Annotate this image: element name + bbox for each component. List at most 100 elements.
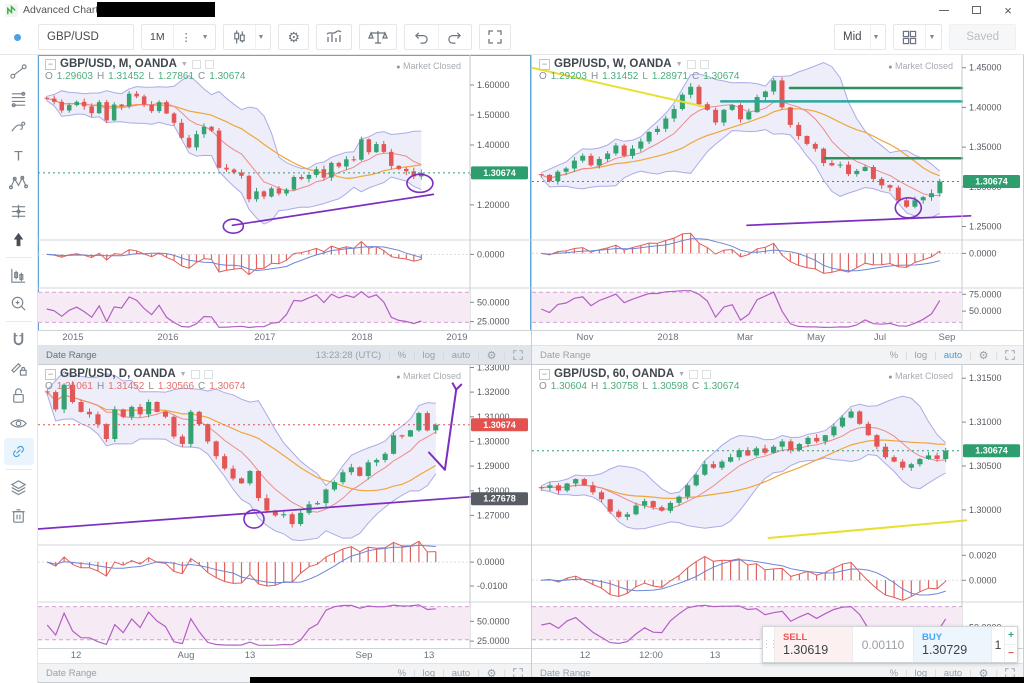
buy-button[interactable]: BUY 1.30729 bbox=[913, 627, 991, 662]
indicators-icon[interactable] bbox=[317, 25, 351, 49]
chart-canvas-monthly[interactable]: 1.600001.500001.400001.300001.200000.000… bbox=[38, 55, 532, 330]
order-ticket[interactable]: ⋮⋮ SELL 1.30619 0.00110 BUY 1.30729 1 + … bbox=[762, 626, 1018, 663]
quantity-decrease-button[interactable]: − bbox=[1005, 645, 1017, 662]
forecast-tool[interactable] bbox=[4, 198, 34, 225]
svg-text:1.50000: 1.50000 bbox=[477, 110, 510, 120]
legend-eye-icon[interactable] bbox=[192, 60, 201, 69]
panel-header: −GBP/USD, W, OANDA▼O1.29203H1.31452L1.28… bbox=[539, 58, 739, 82]
panel-header: −GBP/USD, M, OANDA▼O1.29603H1.31452L1.27… bbox=[45, 58, 245, 82]
date-range-label[interactable]: Date Range bbox=[46, 668, 97, 679]
legend-eye-icon[interactable] bbox=[191, 370, 200, 379]
drag-handle-icon[interactable]: ⋮⋮ bbox=[763, 627, 774, 662]
time-axis[interactable]: 20152016201720182019 bbox=[38, 330, 531, 345]
close-button[interactable]: × bbox=[992, 0, 1024, 20]
zoom-in-tool[interactable] bbox=[4, 290, 34, 317]
redo-icon[interactable] bbox=[438, 25, 471, 49]
price-mode-caret-icon[interactable]: ▼ bbox=[870, 25, 886, 49]
brush-tool[interactable] bbox=[4, 114, 34, 141]
chart-canvas-daily[interactable]: 1.330001.320001.310001.300001.290001.280… bbox=[38, 365, 532, 648]
kebab-menu-icon[interactable]: ⋮ bbox=[173, 25, 200, 49]
quantity-value[interactable]: 1 bbox=[992, 627, 1004, 662]
interval-caret-icon[interactable]: ▼ bbox=[200, 25, 215, 49]
pane-maximize-icon[interactable] bbox=[513, 350, 523, 362]
percent-scale-toggle[interactable]: % bbox=[890, 350, 898, 361]
percent-scale-toggle[interactable]: % bbox=[398, 350, 406, 361]
fib-retracement-tool[interactable] bbox=[4, 86, 34, 113]
xabcd-pattern-tool[interactable] bbox=[4, 170, 34, 197]
market-status: ● Market Closed bbox=[396, 61, 461, 71]
price-mode-label[interactable]: Mid bbox=[835, 25, 870, 49]
time-tick-label: Nov bbox=[577, 332, 594, 343]
panel-title-caret-icon[interactable]: ▼ bbox=[676, 61, 683, 68]
fullscreen-icon[interactable] bbox=[480, 25, 510, 49]
candlestick-pattern-tool[interactable] bbox=[4, 262, 34, 289]
market-status: ● Market Closed bbox=[888, 371, 953, 381]
legend-eye-icon[interactable] bbox=[687, 60, 696, 69]
pane-settings-gear-icon[interactable]: ⚙ bbox=[979, 349, 989, 362]
panel-title: GBP/USD, W, OANDA bbox=[554, 58, 672, 70]
collapse-legend-icon[interactable]: − bbox=[539, 59, 550, 70]
remove-drawings-tool[interactable] bbox=[4, 502, 34, 529]
chart-canvas-hourly[interactable]: 1.315001.310001.305001.300000.00200.0000… bbox=[532, 365, 1024, 648]
magnet-mode-tool[interactable] bbox=[4, 326, 34, 353]
app-logo-icon bbox=[5, 4, 18, 17]
chart-style-caret-icon[interactable]: ▼ bbox=[255, 25, 271, 49]
compare-scales-icon[interactable] bbox=[360, 25, 396, 49]
object-tree-tool[interactable] bbox=[4, 474, 34, 501]
auto-scale-toggle[interactable]: auto bbox=[452, 350, 471, 361]
undo-icon[interactable] bbox=[405, 25, 438, 49]
log-scale-toggle[interactable]: log bbox=[915, 350, 928, 361]
layout-grid-icon[interactable] bbox=[894, 25, 925, 49]
chart-panel-monthly[interactable]: 1.600001.500001.400001.300001.200000.000… bbox=[38, 55, 532, 365]
maximize-button[interactable] bbox=[960, 0, 992, 20]
time-axis[interactable]: Nov2018MarMayJulSep bbox=[532, 330, 1023, 345]
time-axis[interactable]: 12Aug13Sep13 bbox=[38, 648, 531, 663]
layout-caret-icon[interactable]: ▼ bbox=[925, 25, 941, 49]
pane-maximize-icon[interactable] bbox=[1005, 350, 1015, 362]
sidebar-divider bbox=[6, 469, 32, 470]
date-range-label[interactable]: Date Range bbox=[540, 350, 591, 361]
save-button[interactable]: Saved bbox=[949, 24, 1016, 50]
settings-gear-icon[interactable]: ⚙ bbox=[279, 25, 308, 49]
collapse-legend-icon[interactable]: − bbox=[539, 369, 550, 380]
legend-eye-icon[interactable] bbox=[689, 370, 698, 379]
panel-title-caret-icon[interactable]: ▼ bbox=[181, 61, 188, 68]
chart-grid: 1.600001.500001.400001.300001.200000.000… bbox=[38, 55, 1024, 683]
hide-drawings-tool[interactable] bbox=[4, 410, 34, 437]
legend-settings-icon[interactable] bbox=[702, 370, 711, 379]
legend-settings-icon[interactable] bbox=[205, 60, 214, 69]
quantity-increase-button[interactable]: + bbox=[1005, 627, 1017, 645]
lock-drawings-tool[interactable] bbox=[4, 382, 34, 409]
market-status-dot-icon: ● bbox=[396, 374, 400, 381]
chart-panel-weekly[interactable]: 1.450001.400001.350001.300001.250000.000… bbox=[532, 55, 1024, 365]
panel-title-caret-icon[interactable]: ▼ bbox=[180, 371, 187, 378]
main-content: T 1.600001.500001.400001.300001.200000.0… bbox=[0, 55, 1024, 683]
arrow-marker-tool[interactable] bbox=[4, 226, 34, 253]
sell-button[interactable]: SELL 1.30619 bbox=[774, 627, 852, 662]
sync-drawings-tool[interactable] bbox=[4, 438, 34, 465]
trend-line-tool[interactable] bbox=[4, 58, 34, 85]
symbol-box[interactable]: GBP/USD bbox=[38, 24, 134, 50]
collapse-legend-icon[interactable]: − bbox=[45, 59, 56, 70]
candlestick-style-icon[interactable] bbox=[224, 25, 255, 49]
time-tick-label: 13 bbox=[245, 650, 256, 661]
time-tick-label: 13 bbox=[424, 650, 435, 661]
collapse-legend-icon[interactable]: − bbox=[45, 369, 56, 380]
chart-canvas-weekly[interactable]: 1.450001.400001.350001.300001.250000.000… bbox=[532, 55, 1024, 330]
minimize-button[interactable] bbox=[928, 0, 960, 20]
pane-settings-gear-icon[interactable]: ⚙ bbox=[487, 349, 497, 362]
auto-scale-toggle[interactable]: auto bbox=[944, 350, 963, 361]
panel-title-caret-icon[interactable]: ▼ bbox=[678, 371, 685, 378]
chart-panel-daily[interactable]: 1.330001.320001.310001.300001.290001.280… bbox=[38, 365, 532, 683]
date-range-label[interactable]: Date Range bbox=[46, 350, 97, 361]
market-status-dot-icon: ● bbox=[396, 64, 400, 71]
legend-settings-icon[interactable] bbox=[700, 60, 709, 69]
legend-settings-icon[interactable] bbox=[204, 370, 213, 379]
text-tool[interactable]: T bbox=[4, 142, 34, 169]
interval-label[interactable]: 1M bbox=[142, 25, 173, 49]
svg-text:1.32000: 1.32000 bbox=[477, 387, 510, 397]
symbol-label[interactable]: GBP/USD bbox=[39, 25, 107, 49]
stay-in-drawing-mode-tool[interactable] bbox=[4, 354, 34, 381]
svg-text:1.30000: 1.30000 bbox=[477, 436, 510, 446]
log-scale-toggle[interactable]: log bbox=[423, 350, 436, 361]
